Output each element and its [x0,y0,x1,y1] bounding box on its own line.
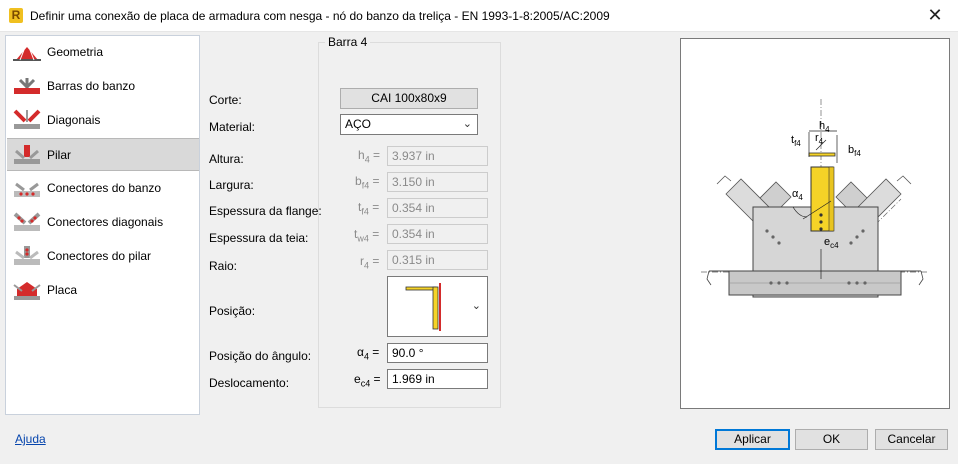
chevron-down-icon: ⌄ [462,118,472,130]
diagonal-connectors-icon [13,212,41,231]
radius-field[interactable]: 0.315 in [387,250,488,270]
angle-position-label: Posição do ângulo: [209,349,312,363]
chevron-down-icon: ⌄ [471,300,481,312]
offset-label: Deslocamento: [209,376,290,390]
section-select-button[interactable]: CAI 100x80x9 [340,88,478,109]
truss-geometry-icon [13,47,41,61]
nav-label: Placa [47,283,78,297]
connection-diagram: h4 r4 tf4 bf4 α4 ec4 [701,99,929,298]
window-title: Definir uma conexão de placa de armadura… [30,9,610,23]
help-link[interactable]: Ajuda [15,432,46,446]
corte-label: Corte: [209,93,242,107]
nav-label: Conectores do banzo [47,181,162,195]
dim-alpha-label: α4 [792,188,803,202]
close-button[interactable]: ✕ [912,0,958,32]
nav-item-conectores-diagonais[interactable]: Conectores diagonais [7,206,199,239]
apply-button[interactable]: Aplicar [715,429,790,450]
flange-thickness-field[interactable]: 0.354 in [387,198,488,218]
radius-label: Raio: [209,259,238,273]
dim-t-label: tf4 [791,134,801,148]
chord-bars-icon [14,78,40,94]
dim-h-label: h4 [819,120,830,134]
nav-item-barras-banzo[interactable]: Barras do banzo [7,70,199,103]
flange-thickness-symbol: tf4 = [358,200,380,217]
nav-item-pilar[interactable]: Pilar [7,138,199,171]
nav-label: Barras do banzo [47,79,136,93]
web-thickness-symbol: tw4 = [354,227,380,244]
diagonals-icon [13,109,41,129]
sidebar-nav: Geometria Barras do banzo Diagonais Pila… [5,35,200,415]
cancel-button[interactable]: Cancelar [875,429,948,450]
material-select[interactable]: AÇO ⌄ [340,114,478,135]
group-title: Barra 4 [325,35,371,49]
nav-item-conectores-banzo[interactable]: Conectores do banzo [7,172,199,205]
title-bar: R Definir uma conexão de placa de armadu… [0,0,958,32]
height-symbol: h4 = [358,148,381,165]
column-connectors-icon [14,246,40,265]
nav-item-placa[interactable]: Placa [7,274,199,307]
app-logo-icon: R [9,8,23,23]
nav-item-geometria[interactable]: Geometria [7,36,199,69]
height-field[interactable]: 3.937 in [387,146,488,166]
angle-symbol: α4 = [357,345,380,362]
offset-symbol: ec4 = [354,372,381,389]
nav-item-diagonais[interactable]: Diagonais [7,104,199,137]
flange-thickness-label: Espessura da flange: [209,204,322,218]
altura-label: Altura: [209,152,244,166]
angle-orientation-icon [405,283,441,331]
width-field[interactable]: 3.150 in [387,172,488,192]
dim-b-label: bf4 [848,144,861,158]
ok-button[interactable]: OK [795,429,868,450]
nav-label: Geometria [47,45,104,59]
nav-label: Diagonais [47,113,101,127]
plate-icon [13,282,41,300]
connection-preview: h4 r4 tf4 bf4 α4 ec4 [680,38,950,409]
largura-label: Largura: [209,178,254,192]
nav-label: Pilar [47,148,72,162]
angle-field[interactable]: 90.0 ° [387,343,488,363]
web-thickness-field[interactable]: 0.354 in [387,224,488,244]
offset-field[interactable]: 1.969 in [387,369,488,389]
position-label: Posição: [209,304,256,318]
nav-item-conectores-pilar[interactable]: Conectores do pilar [7,240,199,273]
radius-symbol: r4 = [360,254,380,271]
dim-r-label: r4 [815,132,824,146]
column-icon [14,145,40,164]
nav-label: Conectores do pilar [47,249,152,263]
nav-label: Conectores diagonais [47,215,164,229]
position-select[interactable]: ⌄ [387,276,488,337]
chord-connectors-icon [14,182,40,197]
material-label: Material: [209,120,256,134]
web-thickness-label: Espessura da teia: [209,231,309,245]
material-value: AÇO [345,117,372,131]
width-symbol: bf4 = [355,174,380,191]
